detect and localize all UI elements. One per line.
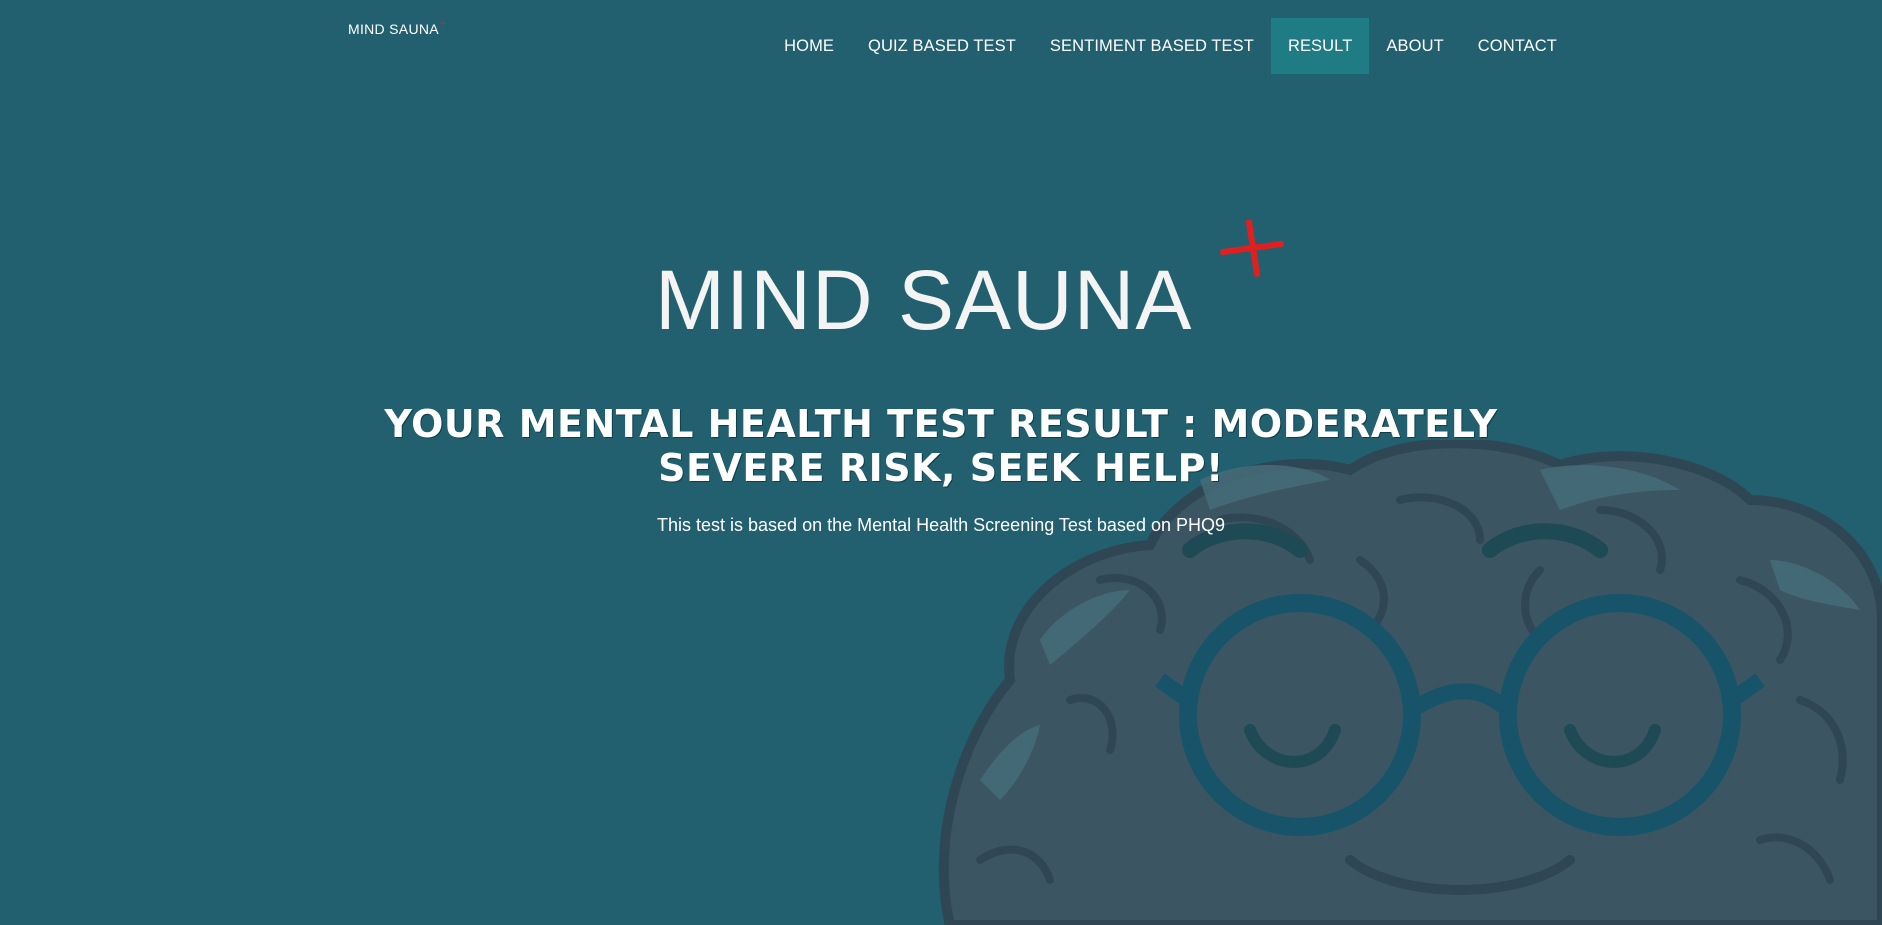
brand-name: MIND SAUNA (348, 21, 439, 37)
nav-home[interactable]: HOME (767, 18, 851, 74)
top-navbar: MIND SAUNA + HOME QUIZ BASED TEST SENTIM… (0, 0, 1882, 74)
result-subtext: This test is based on the Mental Health … (657, 515, 1225, 535)
hero-logo: MIND SAUNA (655, 220, 1295, 347)
nav-quiz-based-test[interactable]: QUIZ BASED TEST (851, 18, 1033, 74)
red-plus-icon: + (439, 18, 447, 30)
brain-illustration (920, 440, 1882, 925)
result-headline: YOUR MENTAL HEALTH TEST RESULT : MODERAT… (384, 402, 1498, 490)
main-nav: HOME QUIZ BASED TEST SENTIMENT BASED TES… (767, 18, 1574, 74)
nav-sentiment-based-test[interactable]: SENTIMENT BASED TEST (1033, 18, 1271, 74)
nav-contact[interactable]: CONTACT (1461, 18, 1574, 74)
nav-about[interactable]: ABOUT (1369, 18, 1460, 74)
brand-logo-link[interactable]: MIND SAUNA + (348, 18, 447, 38)
nav-result[interactable]: RESULT (1270, 18, 1370, 74)
red-plus-icon (1220, 220, 1284, 277)
hero-logo-text: MIND SAUNA (655, 253, 1193, 347)
